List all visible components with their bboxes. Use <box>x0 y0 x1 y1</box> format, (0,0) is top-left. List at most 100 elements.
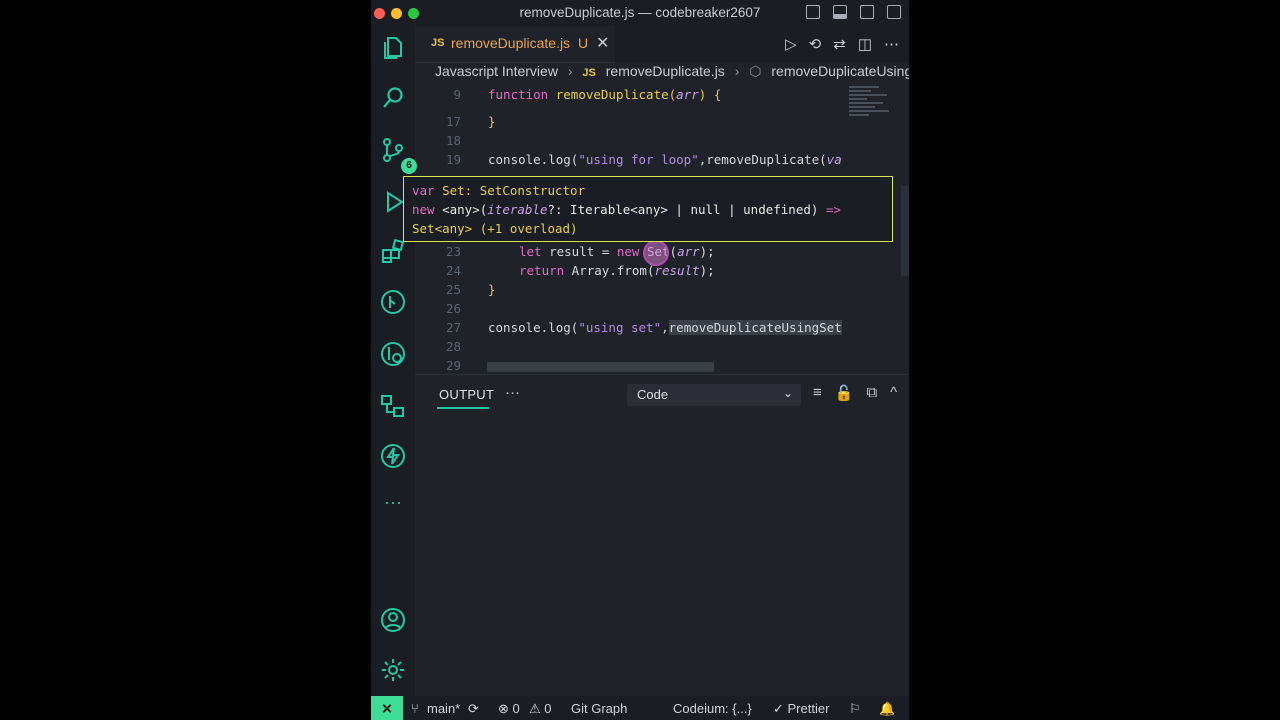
notifications-icon[interactable]: 🔔 <box>879 701 895 717</box>
problems-warnings[interactable]: ⚠ 0 <box>529 701 552 717</box>
toggle-panel-icon[interactable] <box>833 5 847 19</box>
maximize-panel-icon[interactable]: ^ <box>890 384 897 402</box>
panel-actions: ≡ 🔓 ⧉ ^ ✕ <box>813 384 909 402</box>
param: iterable <box>487 202 548 217</box>
line-number: 27 <box>445 320 461 335</box>
git-graph-icon[interactable] <box>379 288 407 316</box>
feedback-icon[interactable]: ⚐ <box>849 701 861 717</box>
open-output-in-editor-icon[interactable]: ⧉ <box>866 384 877 402</box>
code-line: let result = new Set(arr); <box>519 244 715 259</box>
remote-indicator-icon[interactable]: ⨯ <box>371 696 403 720</box>
keyword: function <box>488 87 549 102</box>
codeium-status[interactable]: Codeium: {...} <box>673 701 752 716</box>
closing-brace: } <box>488 114 496 129</box>
run-icon[interactable]: ▷ <box>785 35 797 53</box>
branch-status[interactable]: main* <box>427 701 460 716</box>
tab-output[interactable]: OUTPUT <box>439 387 494 402</box>
code-token: ); <box>699 263 715 278</box>
keyword: return <box>519 263 565 278</box>
toggle-secondary-sidebar-icon[interactable] <box>860 5 874 19</box>
breadcrumb-symbol[interactable]: removeDuplicateUsingSet <box>771 63 909 79</box>
close-tab-icon[interactable]: ✕ <box>596 33 609 53</box>
search-icon[interactable] <box>379 84 407 112</box>
code-token: va <box>826 152 842 167</box>
explorer-icon[interactable] <box>379 34 407 62</box>
line-number: 19 <box>445 152 461 167</box>
hover-signature: Set: SetConstructor <box>434 183 586 198</box>
hover-line-3: Set<any> (+1 overload) <box>412 219 884 238</box>
keyword: let <box>519 244 542 259</box>
code-line: return Array.from(result); <box>519 263 715 278</box>
line-number: 28 <box>445 339 461 354</box>
highlighted-token: removeDuplicateUsingSet <box>668 320 842 335</box>
git-graph-status[interactable]: Git Graph <box>571 701 627 716</box>
string-literal: "using set" <box>578 320 662 335</box>
output-channel-select[interactable]: Code ⌄ <box>627 384 801 406</box>
code-token: , <box>661 320 669 335</box>
customize-layout-icon[interactable] <box>887 5 901 19</box>
string-literal: "using for loop" <box>578 152 699 167</box>
editor-actions: ▷ ⟲ ⇄ ◫ ⋯ <box>785 35 899 53</box>
split-editor-icon[interactable]: ◫ <box>858 35 872 53</box>
code-token: result <box>654 263 700 278</box>
code-token: ,removeDuplicate( <box>698 152 827 167</box>
code-token: console.log( <box>488 320 579 335</box>
problems-errors[interactable]: ⊗ 0 <box>498 701 520 717</box>
closing-brace: } <box>488 282 496 297</box>
keyword: new <box>412 202 435 217</box>
breadcrumb-folder[interactable]: Javascript Interview <box>435 63 558 79</box>
more-views-icon[interactable]: ··· <box>379 492 407 520</box>
code-line: console.log("using set",removeDuplicateU… <box>488 320 842 335</box>
title-bar: removeDuplicate.js — codebreaker2607 <box>371 0 909 26</box>
brace: ) { <box>698 87 722 102</box>
mouse-cursor-highlight <box>643 240 669 266</box>
clear-output-icon[interactable]: ≡ <box>813 384 822 402</box>
function-name: removeDuplicate <box>555 87 669 102</box>
chevron-right-icon: › <box>567 63 573 79</box>
symbol-method-icon: ⬡ <box>749 63 762 79</box>
horizontal-scrollbar[interactable] <box>487 362 714 372</box>
gitlens-icon[interactable] <box>379 340 407 368</box>
extensions-icon[interactable] <box>379 238 407 266</box>
bottom-panel: OUTPUT ··· Code ⌄ ≡ 🔓 ⧉ ^ ✕ <box>415 374 909 696</box>
output-channel-value: Code <box>637 387 669 402</box>
status-bar: ⨯ ⑂ main* ⟳ ⊗ 0 ⚠ 0 Git Graph Codeium: {… <box>371 696 909 720</box>
minimap[interactable] <box>849 86 895 146</box>
untracked-indicator: U <box>578 35 589 51</box>
lock-scroll-icon[interactable]: 🔓 <box>835 384 854 402</box>
line-number: 23 <box>445 244 461 259</box>
compare-changes-icon[interactable]: ⇄ <box>833 35 846 53</box>
sync-icon[interactable]: ⟳ <box>468 701 479 717</box>
accounts-icon[interactable] <box>379 606 407 634</box>
breadcrumb-file[interactable]: removeDuplicate.js <box>606 63 725 79</box>
code-token: Array.from( <box>564 263 655 278</box>
code-line: function removeDuplicate(arr) { <box>488 87 721 102</box>
param: arr <box>676 87 699 102</box>
activity-bar: 6 ··· <box>371 26 417 696</box>
vertical-scrollbar[interactable] <box>901 186 909 276</box>
js-file-icon: JS <box>431 37 445 49</box>
source-control-icon[interactable]: 6 <box>379 136 417 174</box>
hover-tooltip: var Set: SetConstructor new <any>(iterab… <box>403 176 893 242</box>
more-panel-tabs-icon[interactable]: ··· <box>505 384 520 401</box>
remote-explorer-icon[interactable] <box>379 392 407 420</box>
vscode-window: removeDuplicate.js — codebreaker2607 6 ·… <box>371 0 909 720</box>
settings-gear-icon[interactable] <box>379 656 407 684</box>
keyword: var <box>412 183 435 198</box>
tab-removeDuplicate[interactable]: JS removeDuplicate.js U ✕ <box>415 26 615 63</box>
toggle-sidebar-icon[interactable] <box>806 5 820 19</box>
keyword: new <box>616 244 640 259</box>
more-actions-icon[interactable]: ⋯ <box>884 35 899 53</box>
breadcrumb: Javascript Interview › JS removeDuplicat… <box>435 63 909 85</box>
prettier-status[interactable]: ✓ Prettier <box>773 701 829 717</box>
thunder-client-icon[interactable] <box>379 442 407 470</box>
hover-line-1: var Set: SetConstructor <box>412 181 884 200</box>
timeline-icon[interactable]: ⟲ <box>809 35 822 53</box>
active-tab-indicator <box>437 407 489 409</box>
editor-tab-bar: JS removeDuplicate.js U ✕ ▷ ⟲ ⇄ ◫ ⋯ <box>415 26 909 63</box>
arrow: => <box>825 202 841 217</box>
js-file-icon: JS <box>582 67 596 79</box>
code-token: console.log( <box>488 152 579 167</box>
line-number: 24 <box>445 263 461 278</box>
code-token: ); <box>699 244 715 259</box>
